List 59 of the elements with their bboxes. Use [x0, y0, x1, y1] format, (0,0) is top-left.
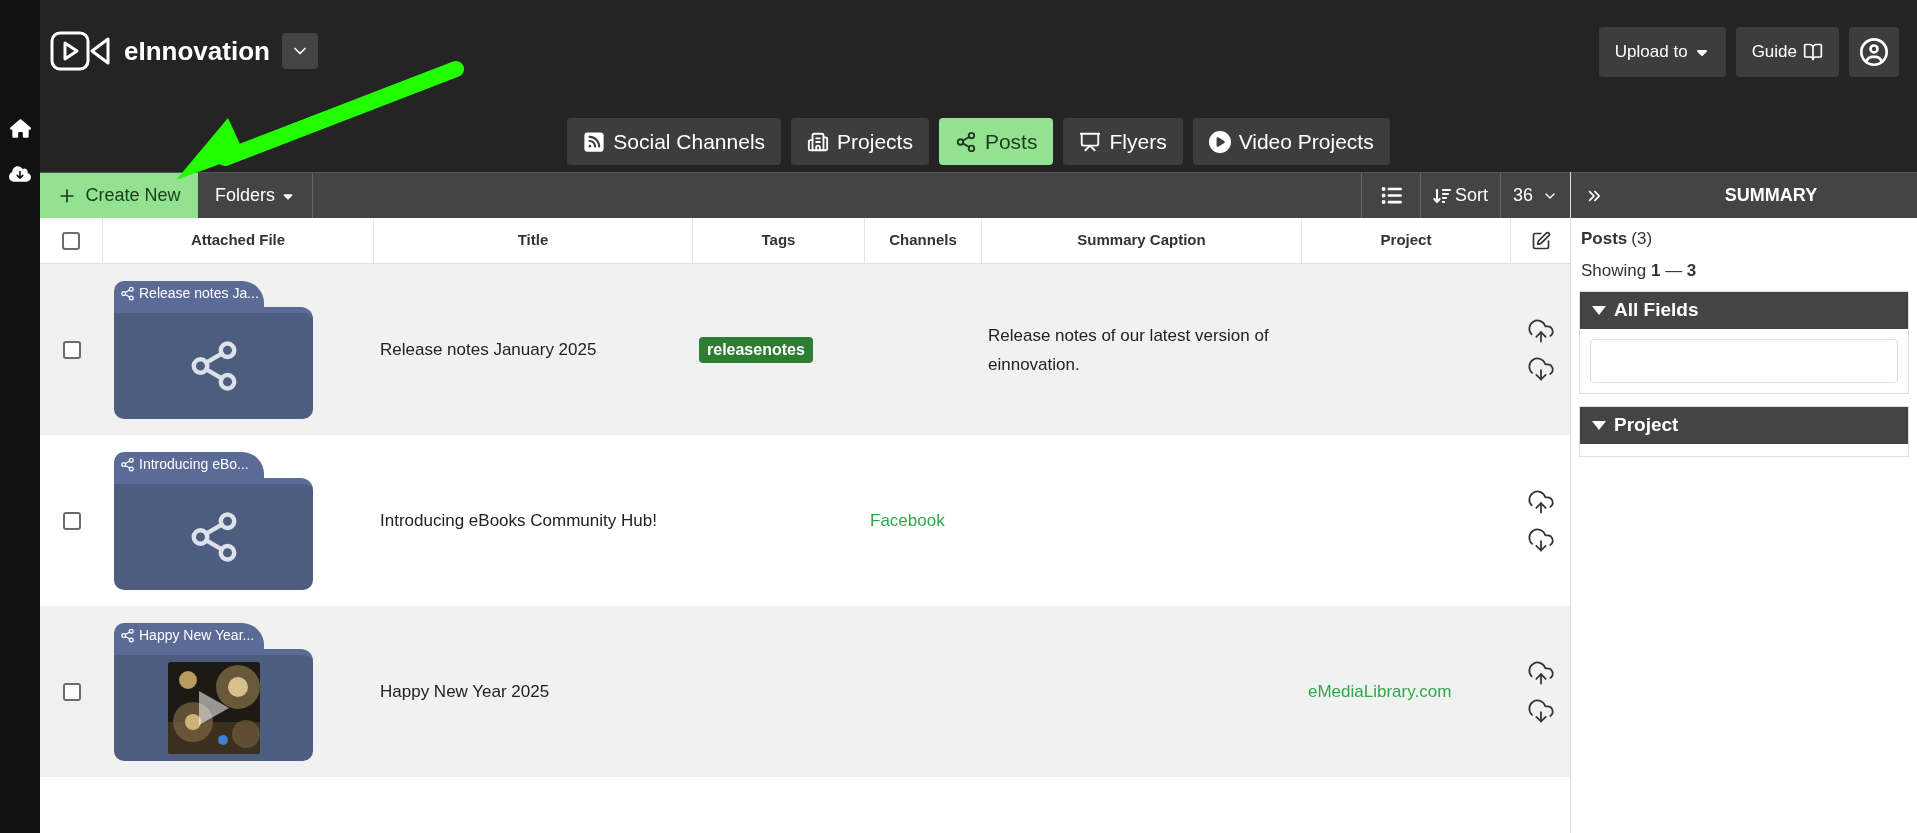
column-header[interactable]: Project — [1380, 229, 1432, 252]
nav-tab[interactable]: Projects — [791, 118, 929, 165]
nav-tab[interactable]: Posts — [938, 118, 1054, 165]
share-icon — [120, 286, 135, 301]
collapse-panel-icon[interactable] — [1587, 188, 1601, 203]
guide-button[interactable]: Guide — [1735, 27, 1839, 77]
share-icon — [120, 628, 135, 643]
tag: releasenotes — [699, 336, 813, 363]
caret-down-icon — [1592, 421, 1606, 430]
home-icon[interactable] — [9, 118, 31, 139]
app-name: eInnovation — [124, 34, 270, 68]
post-title: Introducing eBooks Community Hub! — [380, 510, 657, 530]
post-title: Happy New Year 2025 — [380, 681, 550, 701]
sort-icon — [1433, 186, 1451, 205]
checkbox[interactable] — [62, 231, 80, 250]
attachment-label: Release notes Ja... — [139, 284, 259, 303]
filter-input[interactable] — [1590, 339, 1898, 383]
checkbox[interactable] — [62, 511, 81, 530]
column-header[interactable]: Summary Caption — [1077, 229, 1206, 252]
create-new-button[interactable]: Create New — [40, 173, 198, 218]
easel-icon — [1079, 130, 1102, 153]
nav-tab[interactable]: Flyers — [1063, 118, 1183, 165]
play-icon — [1208, 130, 1231, 153]
posts-label: Posts — [1581, 228, 1628, 250]
summary-title: SUMMARY — [1723, 184, 1819, 207]
column-header[interactable]: Channels — [889, 229, 957, 252]
caret-down-icon — [1592, 306, 1606, 315]
share-icon — [954, 130, 977, 153]
book-icon — [1803, 42, 1823, 62]
section-header[interactable]: Project — [1580, 407, 1908, 444]
cloud-download-icon[interactable] — [9, 163, 31, 185]
attachment-label: Introducing eBo... — [139, 455, 249, 474]
column-header[interactable]: Tags — [761, 229, 796, 252]
column-header[interactable]: Attached File — [190, 229, 286, 252]
app-menu-button[interactable] — [281, 33, 318, 69]
list-icon — [1380, 185, 1402, 206]
building-icon — [807, 130, 830, 153]
play-icon — [198, 690, 229, 725]
attachment-label: Happy New Year... — [139, 626, 255, 645]
summary-caption: Release notes of our latest version of einnovation. — [988, 325, 1269, 374]
edit-icon[interactable] — [1530, 230, 1551, 251]
showing-range: Showing 1 — 3 — [1581, 259, 1698, 282]
logo-icon — [50, 31, 112, 71]
folder-thumbnail[interactable] — [114, 306, 313, 419]
folder-thumbnail[interactable] — [114, 648, 313, 761]
posts-count: (3) — [1631, 228, 1653, 250]
upload-to-button[interactable]: Upload to — [1598, 27, 1726, 77]
account-button[interactable] — [1849, 27, 1899, 77]
checkbox[interactable] — [62, 340, 81, 359]
nav-tab[interactable]: Social Channels — [567, 118, 782, 165]
rss-icon — [583, 130, 606, 153]
user-icon — [1860, 38, 1888, 66]
column-header[interactable]: Title — [517, 229, 549, 252]
folder-thumbnail[interactable] — [114, 477, 313, 590]
nav-tab[interactable]: Video Projects — [1192, 118, 1390, 165]
checkbox[interactable] — [62, 682, 81, 701]
section-header[interactable]: All Fields — [1580, 292, 1908, 329]
post-title: Release notes January 2025 — [380, 339, 597, 359]
share-icon — [120, 457, 135, 472]
